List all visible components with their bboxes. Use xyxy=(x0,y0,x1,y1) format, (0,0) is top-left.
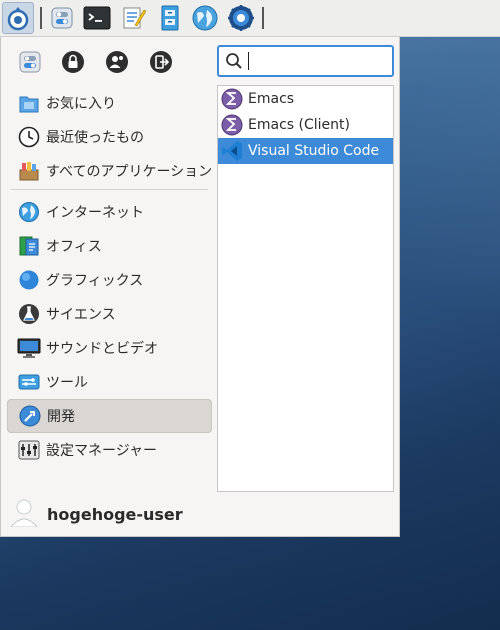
category-recent[interactable]: 最近使ったもの xyxy=(7,120,212,154)
emacs-icon xyxy=(220,113,244,137)
whisker-menu-icon[interactable] xyxy=(2,2,34,34)
application-list: Emacs Emacs (Client) Visual Studio Code xyxy=(217,85,394,492)
user-name: hogehoge-user xyxy=(47,504,183,524)
whisker-menu: お気に入り 最近使ったもの すべてのアプリケーション インターネット オフィス … xyxy=(0,37,400,537)
science-icon xyxy=(17,302,41,326)
text-editor-icon[interactable] xyxy=(118,2,150,34)
category-label: 設定マネージャー xyxy=(46,443,158,459)
multimedia-icon xyxy=(17,336,41,360)
user-info: hogehoge-user xyxy=(9,497,183,531)
panel-separator xyxy=(262,7,264,29)
category-internet[interactable]: インターネット xyxy=(7,195,212,229)
text-caret xyxy=(248,52,249,70)
category-label: お気に入り xyxy=(46,96,116,112)
emacs-icon xyxy=(220,87,244,111)
category-settings-manager[interactable]: 設定マネージャー xyxy=(7,433,212,467)
panel-separator xyxy=(40,7,42,29)
graphics-icon xyxy=(17,268,41,292)
category-label: インターネット xyxy=(46,205,144,221)
category-multimedia[interactable]: サウンドとビデオ xyxy=(7,331,212,365)
category-label: グラフィックス xyxy=(46,273,144,289)
terminal-icon[interactable] xyxy=(81,2,113,34)
category-label: すべてのアプリケーション xyxy=(46,164,213,180)
category-favorites[interactable]: お気に入り xyxy=(7,86,212,120)
web-browser-icon[interactable] xyxy=(189,2,221,34)
internet-icon xyxy=(17,200,41,224)
all-apps-icon xyxy=(17,159,41,183)
tools-icon xyxy=(17,370,41,394)
development-icon xyxy=(18,404,42,428)
category-label: オフィス xyxy=(46,239,102,255)
category-tools[interactable]: ツール xyxy=(7,365,212,399)
app-item-vscode[interactable]: Visual Studio Code xyxy=(218,138,393,164)
category-graphics[interactable]: グラフィックス xyxy=(7,263,212,297)
file-manager-icon[interactable] xyxy=(154,2,186,34)
app-label: Emacs (Client) xyxy=(248,117,350,133)
category-label: サイエンス xyxy=(46,307,116,323)
avatar xyxy=(9,497,39,531)
category-list: お気に入り 最近使ったもの すべてのアプリケーション インターネット オフィス … xyxy=(7,86,212,467)
category-all-apps[interactable]: すべてのアプリケーション xyxy=(7,154,212,188)
favorites-icon xyxy=(17,91,41,115)
category-office[interactable]: オフィス xyxy=(7,229,212,263)
app-item-emacs-client[interactable]: Emacs (Client) xyxy=(218,112,393,138)
lock-screen-icon[interactable] xyxy=(60,49,86,75)
top-panel xyxy=(0,0,500,37)
category-divider xyxy=(11,189,208,190)
category-development[interactable]: 開発 xyxy=(7,399,212,433)
category-science[interactable]: サイエンス xyxy=(7,297,212,331)
category-label: 最近使ったもの xyxy=(46,130,144,146)
settings-toggle-icon[interactable] xyxy=(46,2,78,34)
logout-icon[interactable] xyxy=(148,49,174,75)
settings-icon[interactable] xyxy=(17,49,43,75)
clock-icon xyxy=(17,125,41,149)
office-icon xyxy=(17,234,41,258)
app-label: Visual Studio Code xyxy=(248,143,380,159)
gear-app-icon[interactable] xyxy=(225,2,257,34)
app-label: Emacs xyxy=(248,91,295,107)
switch-user-icon[interactable] xyxy=(104,49,130,75)
category-label: 開発 xyxy=(47,409,75,425)
search-field[interactable] xyxy=(217,45,394,77)
vscode-icon xyxy=(220,139,244,163)
category-label: サウンドとビデオ xyxy=(46,341,158,357)
settings-manager-icon xyxy=(17,438,41,462)
category-label: ツール xyxy=(46,375,88,391)
app-item-emacs[interactable]: Emacs xyxy=(218,86,393,112)
search-icon xyxy=(225,52,243,74)
